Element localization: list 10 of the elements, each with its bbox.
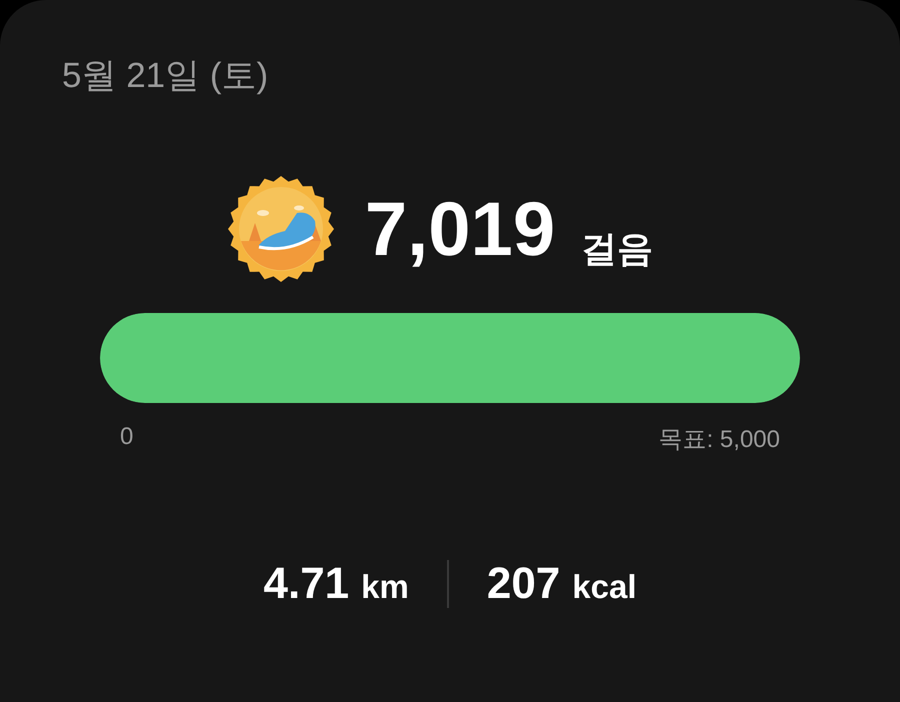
stat-unit: km [361, 568, 409, 606]
step-count: 7,019 [364, 186, 556, 272]
steps-unit: 걸음 [581, 228, 654, 268]
date-label: 5월 21일 (토) [62, 55, 268, 97]
shoe-badge-icon [226, 175, 335, 283]
stat-value: 207 [486, 559, 560, 609]
start-label: 0 [120, 423, 134, 452]
stat-value: 4.71 [264, 559, 350, 609]
stat-unit: kcal [572, 568, 636, 606]
goal-label: 목표: 5,000 [658, 425, 780, 455]
